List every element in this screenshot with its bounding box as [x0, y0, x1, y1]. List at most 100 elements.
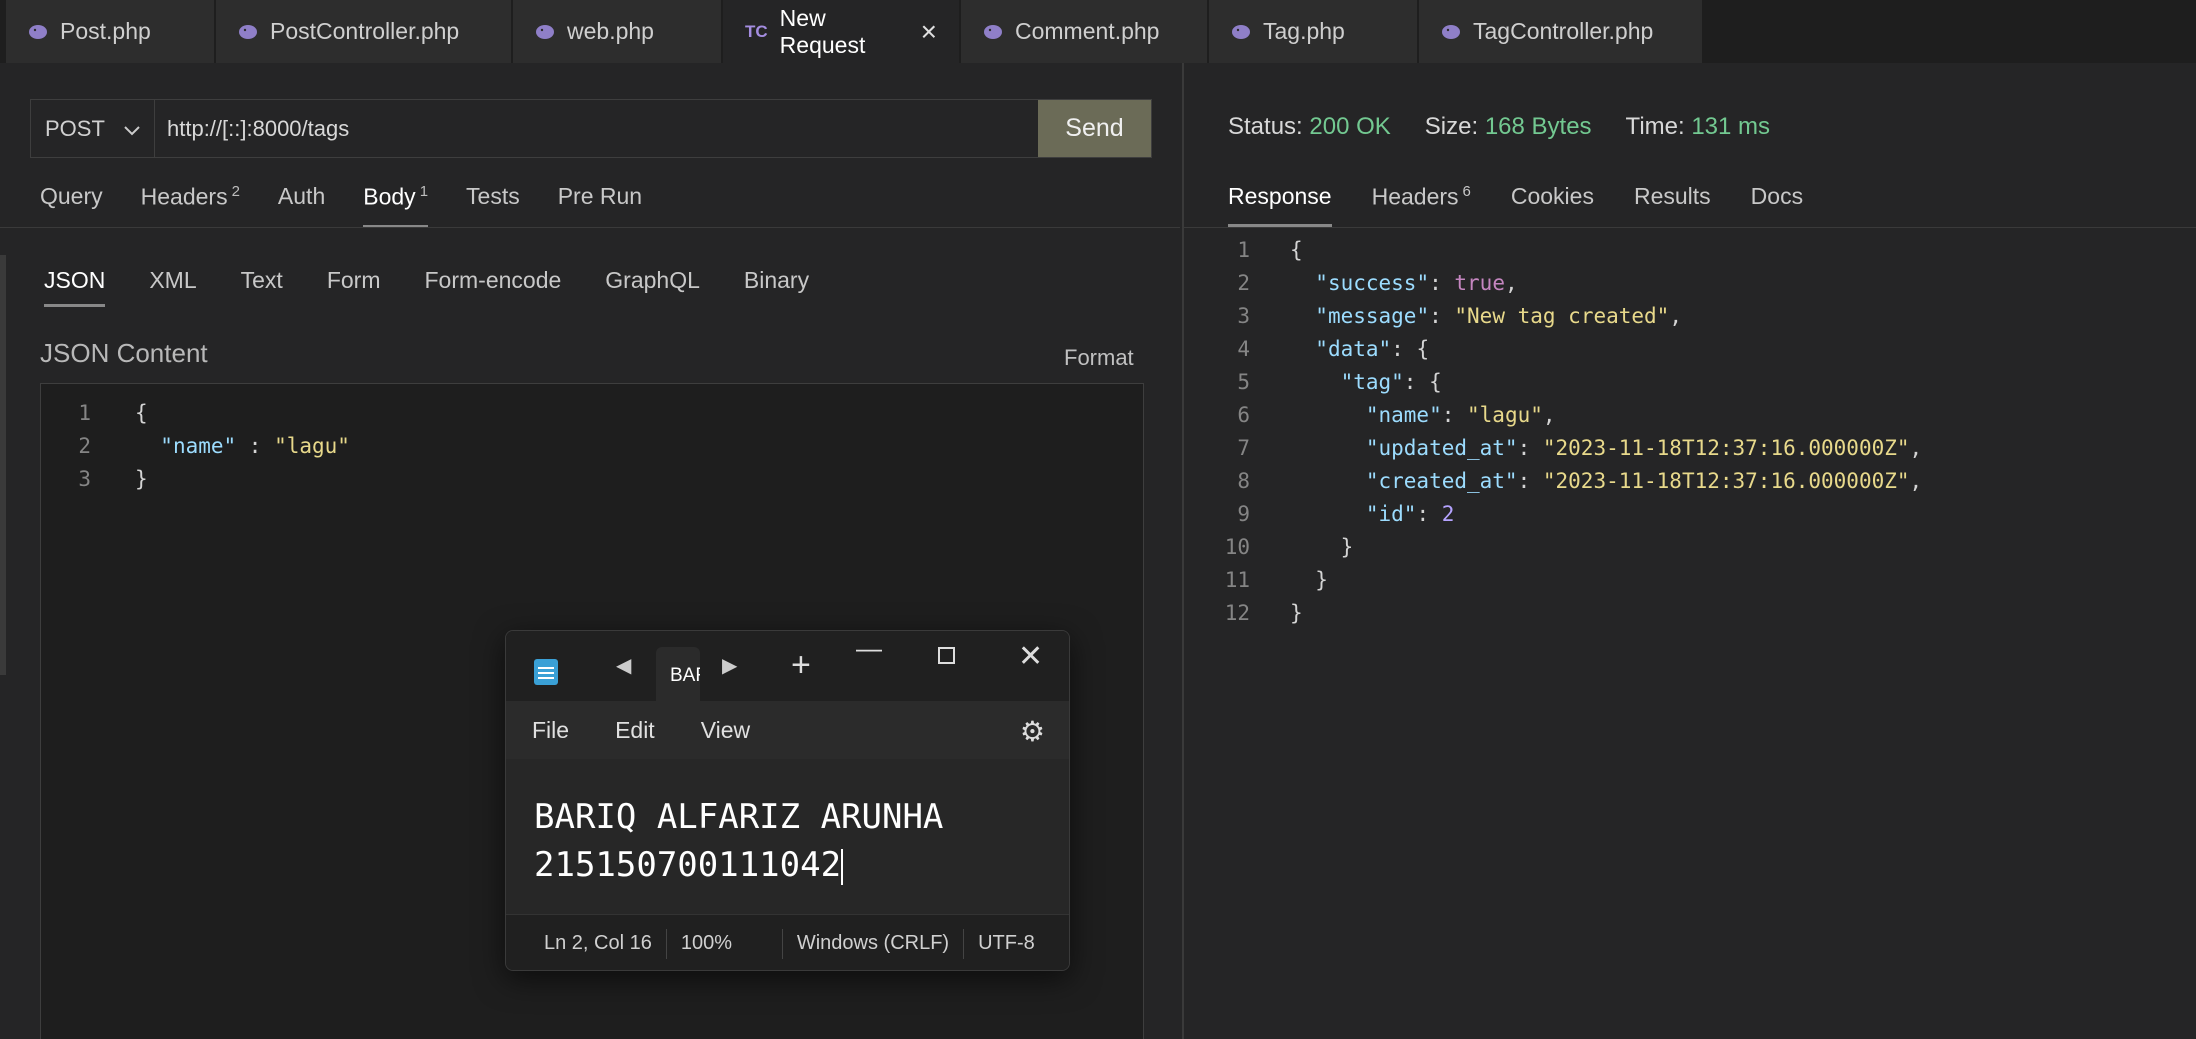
tab-label: Query: [40, 183, 103, 209]
code-line: 4 "data": {: [1184, 332, 1922, 365]
tab-headers[interactable]: Headers 2: [141, 183, 240, 228]
tab-xml[interactable]: XML: [149, 267, 196, 307]
time-label: Time:: [1625, 113, 1685, 140]
code-line: 2 "name" : "lagu": [41, 429, 1143, 462]
notepad-app-icon: [534, 659, 558, 685]
line-number: 1: [78, 400, 91, 425]
line-number: 11: [1224, 567, 1250, 592]
scroll-tabs-left-icon[interactable]: ◀: [616, 653, 631, 678]
code-line: 6 "name": "lagu",: [1184, 398, 1922, 431]
json-key: "updated_at": [1365, 435, 1518, 460]
json-value: "lagu": [1467, 402, 1543, 427]
code-line: 9 "id": 2: [1184, 497, 1922, 530]
line-number: 2: [1237, 270, 1250, 295]
notepad-titlebar[interactable]: ◀ BAR ▶ + — ✕: [506, 631, 1069, 701]
json-key: "id": [1365, 501, 1417, 526]
tab-response-headers[interactable]: Headers 6: [1372, 183, 1471, 227]
menu-edit[interactable]: Edit: [615, 717, 655, 744]
tab-binary[interactable]: Binary: [744, 267, 809, 307]
response-body-viewer[interactable]: 1{ 2 "success": true, 3 "message": "New …: [1184, 233, 1922, 629]
line-number: 10: [1224, 534, 1250, 559]
text-line: BARIQ ALFARIZ ARUNHA: [534, 797, 944, 837]
php-elephant-icon: [983, 22, 1003, 42]
code-line: 12}: [1184, 596, 1922, 629]
tab-cookies[interactable]: Cookies: [1511, 183, 1594, 227]
method-select[interactable]: POST: [31, 100, 155, 157]
tab-tagcontroller-php[interactable]: TagController.php: [1419, 0, 1704, 63]
line-number: 4: [1237, 336, 1250, 361]
request-tabs: Query Headers 2 Auth Body 1 Tests Pre Run: [40, 183, 680, 228]
code-line: 10 }: [1184, 530, 1922, 563]
method-value: POST: [45, 115, 105, 141]
body-type-tabs: JSON XML Text Form Form-encode GraphQL B…: [44, 267, 853, 307]
tab-form-encode[interactable]: Form-encode: [425, 267, 562, 307]
tab-docs[interactable]: Docs: [1751, 183, 1803, 227]
divider: [0, 227, 1180, 228]
text-line: 215150700111042: [534, 845, 842, 885]
menu-file[interactable]: File: [532, 717, 569, 744]
json-value: true: [1454, 270, 1505, 295]
maximize-icon[interactable]: [938, 647, 955, 664]
tab-postcontroller-php[interactable]: PostController.php: [216, 0, 513, 63]
tab-tests[interactable]: Tests: [466, 183, 520, 228]
response-status-row: Status: 200 OK Size: 168 Bytes Time: 131…: [1228, 113, 1770, 141]
code-line: 5 "tag": {: [1184, 365, 1922, 398]
notepad-menu-bar: File Edit View ⚙: [506, 701, 1069, 759]
json-value: "2023-11-18T12:37:16.000000Z": [1542, 435, 1910, 460]
json-key: "tag": [1340, 369, 1404, 394]
text-cursor: [841, 848, 844, 885]
code-line: 8 "created_at": "2023-11-18T12:37:16.000…: [1184, 464, 1922, 497]
code-line: 1 {: [41, 396, 1143, 429]
tab-web-php[interactable]: web.php: [513, 0, 723, 63]
notepad-tab[interactable]: BAR: [656, 647, 700, 701]
line-number: 5: [1237, 369, 1250, 394]
code-line: 11 }: [1184, 563, 1922, 596]
editor-tab-bar: Post.php PostController.php web.php TC N…: [0, 0, 2196, 63]
notepad-text-area[interactable]: BARIQ ALFARIZ ARUNHA 215150700111042: [506, 759, 1069, 914]
scroll-tabs-right-icon[interactable]: ▶: [722, 653, 737, 678]
json-value: 2: [1441, 501, 1455, 526]
close-icon[interactable]: ✕: [1018, 639, 1043, 674]
line-number: 2: [78, 433, 91, 458]
minimize-icon[interactable]: —: [856, 633, 882, 664]
tab-query[interactable]: Query: [40, 183, 103, 228]
json-key: "success": [1315, 270, 1430, 295]
gear-icon[interactable]: ⚙: [1020, 715, 1045, 748]
tab-text[interactable]: Text: [241, 267, 283, 307]
tab-label: Headers: [140, 183, 228, 210]
format-button[interactable]: Format: [1064, 345, 1134, 371]
menu-view[interactable]: View: [701, 717, 750, 744]
tab-tag-php[interactable]: Tag.php: [1209, 0, 1419, 63]
json-key: "created_at": [1365, 468, 1518, 493]
line-number: 1: [1237, 237, 1250, 262]
json-value: "lagu": [274, 433, 350, 458]
line-ending: Windows (CRLF): [783, 928, 965, 959]
tab-comment-php[interactable]: Comment.php: [961, 0, 1209, 63]
tab-auth[interactable]: Auth: [278, 183, 325, 228]
thunder-client-icon: TC: [745, 21, 768, 41]
url-input[interactable]: [155, 100, 1038, 157]
tab-label: Tag.php: [1263, 18, 1345, 44]
tab-label: PostController.php: [270, 18, 460, 44]
new-tab-icon[interactable]: +: [791, 646, 811, 685]
scrollbar[interactable]: [0, 255, 6, 675]
tab-pre-run[interactable]: Pre Run: [558, 183, 642, 228]
tab-graphql[interactable]: GraphQL: [605, 267, 700, 307]
line-number: 9: [1237, 501, 1250, 526]
tab-post-php[interactable]: Post.php: [6, 0, 216, 63]
code-line: 3 }: [41, 462, 1143, 495]
tab-body[interactable]: Body 1: [363, 183, 429, 228]
tab-results[interactable]: Results: [1634, 183, 1711, 227]
tab-response[interactable]: Response: [1228, 183, 1332, 227]
tab-label: Pre Run: [557, 183, 643, 209]
size-value: 168 Bytes: [1484, 113, 1592, 140]
tab-form[interactable]: Form: [327, 267, 381, 307]
tab-new-request[interactable]: TC New Request ×: [723, 0, 961, 63]
php-elephant-icon: [1231, 22, 1251, 42]
tab-label: Tests: [466, 183, 520, 209]
tab-json[interactable]: JSON: [44, 267, 106, 307]
url-bar: POST Send: [30, 99, 1152, 158]
send-button[interactable]: Send: [1038, 100, 1151, 157]
close-icon[interactable]: ×: [921, 17, 937, 46]
tab-label: Post.php: [60, 18, 151, 44]
